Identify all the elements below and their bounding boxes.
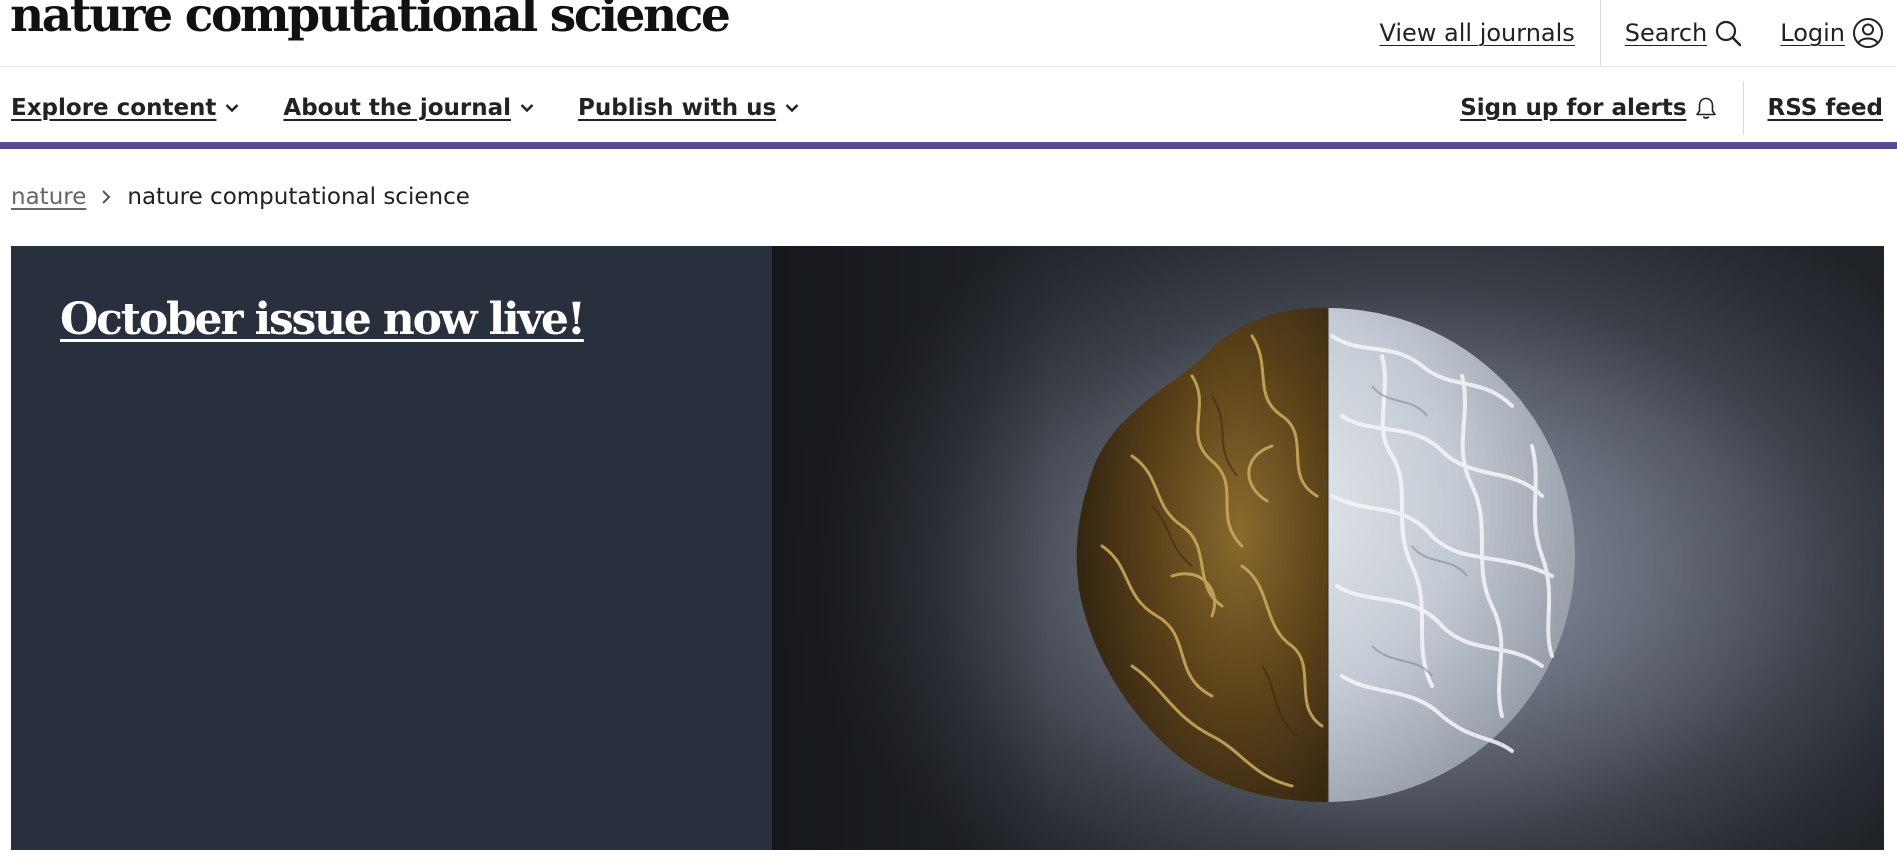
- nav-actions: Sign up for alerts RSS feed: [1460, 67, 1883, 149]
- user-circle-icon: [1853, 18, 1883, 48]
- chevron-right-icon: [102, 190, 111, 204]
- rss-feed-link[interactable]: RSS feed: [1768, 95, 1883, 121]
- search-icon: [1716, 20, 1742, 47]
- publish-with-us-menu[interactable]: Publish with us: [578, 95, 799, 121]
- explore-content-menu[interactable]: Explore content: [11, 95, 239, 121]
- journal-nav: Explore content About the journal Publis…: [0, 67, 1897, 149]
- hero-banner: October issue now live!: [11, 246, 1884, 850]
- breadcrumb-current: nature computational science: [127, 184, 470, 210]
- nav-divider: [1742, 81, 1744, 135]
- about-journal-menu[interactable]: About the journal: [283, 95, 534, 121]
- cover-illustration: [772, 246, 1884, 850]
- chevron-down-icon: [520, 104, 534, 113]
- sign-up-alerts-label: Sign up for alerts: [1460, 95, 1687, 121]
- login-button[interactable]: Login: [1780, 17, 1884, 49]
- publish-with-us-label: Publish with us: [578, 95, 777, 121]
- top-header: nature computational science View all jo…: [0, 0, 1897, 67]
- cover-image[interactable]: [772, 246, 1884, 850]
- hero-text-panel: October issue now live!: [11, 246, 772, 850]
- breadcrumb: nature nature computational science: [11, 184, 470, 210]
- login-label: Login: [1780, 19, 1845, 47]
- bell-icon: [1695, 97, 1716, 119]
- chevron-down-icon: [785, 104, 799, 113]
- about-journal-label: About the journal: [283, 95, 512, 121]
- chevron-down-icon: [226, 104, 239, 113]
- search-label: Search: [1624, 19, 1708, 47]
- view-all-journals-label: View all journals: [1379, 19, 1575, 47]
- top-links: View all journals Search Login: [1379, 0, 1897, 66]
- top-divider: [1599, 0, 1601, 66]
- rss-feed-label: RSS feed: [1767, 95, 1883, 121]
- explore-content-label: Explore content: [11, 95, 217, 121]
- view-all-journals-link[interactable]: View all journals: [1379, 19, 1574, 47]
- nav-menu: Explore content About the journal Publis…: [11, 67, 843, 149]
- search-button[interactable]: Search: [1625, 19, 1742, 47]
- breadcrumb-nature-link[interactable]: nature: [11, 184, 86, 210]
- journal-logo[interactable]: nature computational science: [10, 0, 731, 44]
- hero-title-link[interactable]: October issue now live!: [60, 294, 586, 345]
- sign-up-alerts-link[interactable]: Sign up for alerts: [1460, 95, 1716, 121]
- breadcrumb-separator: [101, 189, 111, 205]
